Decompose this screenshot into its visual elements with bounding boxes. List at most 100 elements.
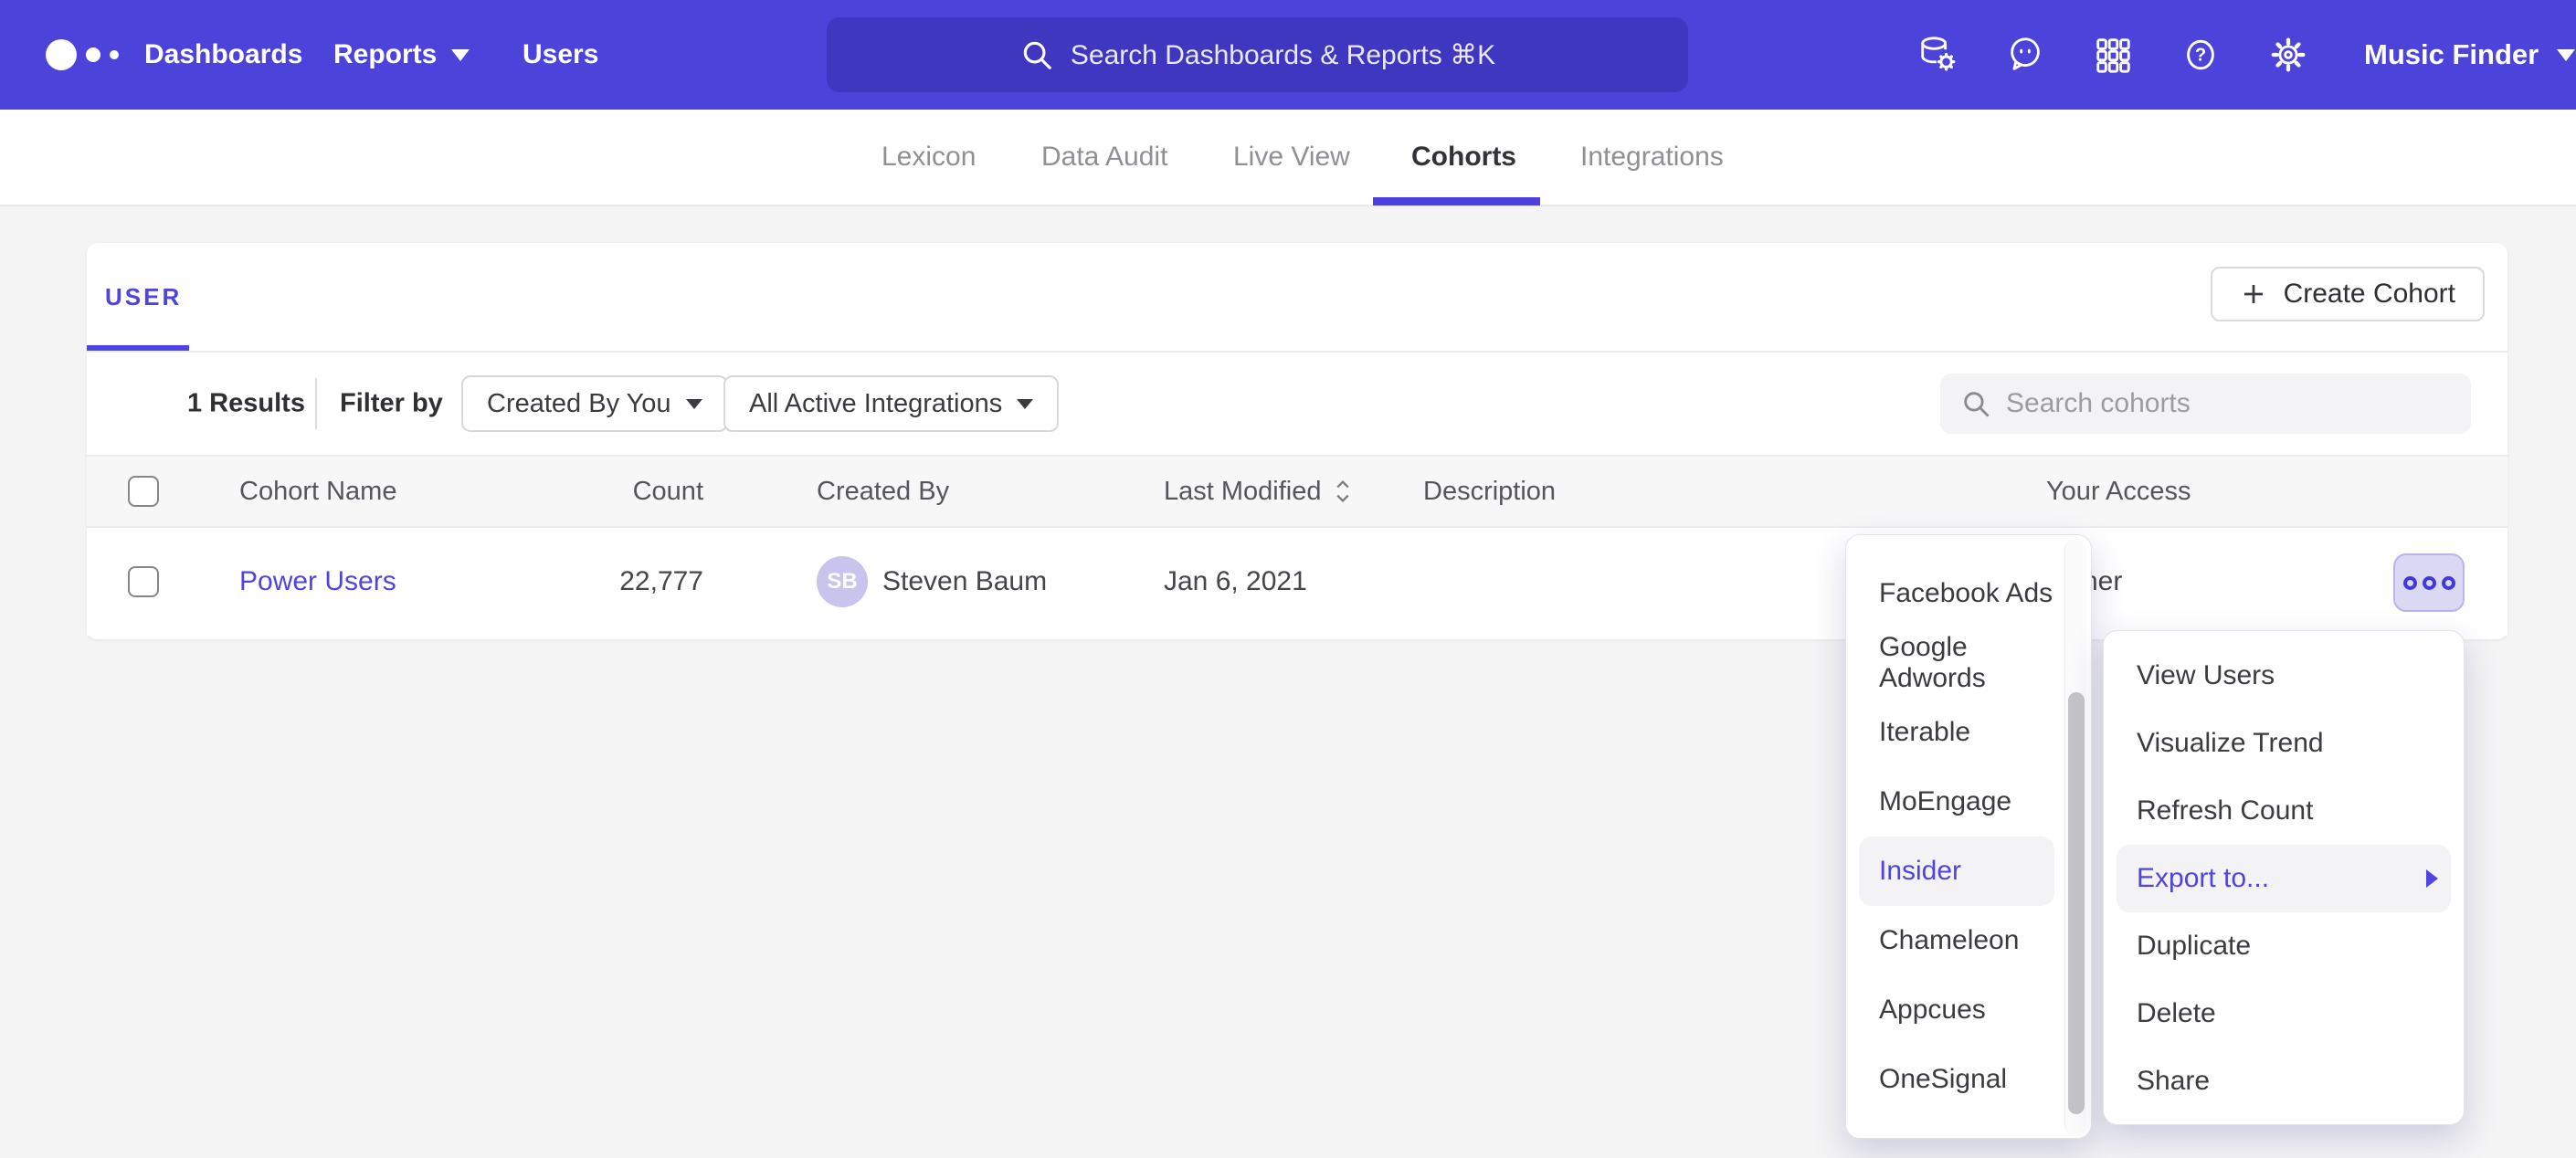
ellipsis-icon bbox=[2403, 576, 2417, 590]
column-header-created-by[interactable]: Created By bbox=[817, 457, 949, 526]
active-tab-underline bbox=[1373, 197, 1540, 205]
search-icon bbox=[1019, 37, 1054, 72]
menu-item-share[interactable]: Share bbox=[2117, 1047, 2451, 1115]
search-icon bbox=[1960, 388, 1991, 419]
menu-item-duplicate[interactable]: Duplicate bbox=[2117, 912, 2451, 980]
submenu-scrollbar-track[interactable] bbox=[2064, 539, 2086, 1136]
filter-label: Created By You bbox=[487, 389, 671, 419]
menu-item-visualize-trend[interactable]: Visualize Trend bbox=[2117, 710, 2451, 777]
table-header: Cohort Name Count Created By Last Modifi… bbox=[87, 455, 2507, 528]
tab-data-audit[interactable]: Data Audit bbox=[1041, 110, 1167, 205]
plus-icon bbox=[2240, 280, 2267, 308]
results-count: 1 Results bbox=[187, 389, 305, 419]
create-cohort-button[interactable]: Create Cohort bbox=[2211, 267, 2485, 321]
apps-grid-icon[interactable] bbox=[2092, 34, 2134, 76]
column-header-last-modified[interactable]: Last Modified bbox=[1164, 457, 1353, 526]
chevron-down-icon bbox=[1017, 399, 1033, 409]
tab-label: Cohorts bbox=[1411, 142, 1516, 173]
global-search-placeholder: Search Dashboards & Reports ⌘K bbox=[1071, 39, 1495, 71]
menu-item-delete[interactable]: Delete bbox=[2117, 980, 2451, 1047]
menu-item-label: Export to... bbox=[2137, 863, 2269, 894]
table-row: Power Users 22,777 SB Steven Baum Jan 6,… bbox=[87, 528, 2507, 636]
chevron-down-icon bbox=[2557, 49, 2575, 61]
row-checkbox[interactable] bbox=[128, 566, 159, 597]
submenu-item-onesignal[interactable]: OneSignal bbox=[1859, 1045, 2054, 1114]
nav-item-users[interactable]: Users bbox=[523, 0, 598, 110]
creator-name: Steven Baum bbox=[882, 566, 1047, 597]
tab-user-cohorts[interactable]: USER bbox=[105, 243, 182, 351]
column-header-description[interactable]: Description bbox=[1423, 457, 1556, 526]
sort-icon[interactable] bbox=[1333, 478, 1353, 505]
tab-label: Lexicon bbox=[882, 142, 976, 173]
nav-item-dashboards[interactable]: Dashboards bbox=[144, 0, 302, 110]
tab-label: Live View bbox=[1233, 142, 1350, 173]
submenu-item-facebook-ads[interactable]: Facebook Ads bbox=[1859, 559, 2054, 628]
app-screen: Dashboards Reports Users Search Dashboar… bbox=[0, 0, 2576, 1158]
menu-item-refresh-count[interactable]: Refresh Count bbox=[2117, 777, 2451, 845]
ellipsis-icon bbox=[2442, 576, 2455, 590]
cohort-search-field bbox=[1940, 374, 2471, 434]
row-context-menu: View Users Visualize Trend Refresh Count… bbox=[2103, 630, 2465, 1125]
submenu-item-appcues[interactable]: Appcues bbox=[1859, 975, 2054, 1045]
export-destinations-list: Braze Facebook Ads Google Adwords Iterab… bbox=[1859, 534, 2078, 1114]
cohort-type-tabs: USER Create Cohort bbox=[87, 243, 2507, 353]
submenu-item-google-adwords[interactable]: Google Adwords bbox=[1859, 628, 2054, 698]
cohort-search-input[interactable] bbox=[2006, 388, 2451, 419]
ellipsis-icon bbox=[2423, 576, 2436, 590]
help-icon[interactable]: ? bbox=[2180, 34, 2222, 76]
tab-label: Data Audit bbox=[1041, 142, 1167, 173]
select-all-checkbox[interactable] bbox=[128, 476, 159, 507]
submenu-scrollbar-thumb[interactable] bbox=[2068, 692, 2085, 1114]
created-by-cell: SB Steven Baum bbox=[817, 528, 1047, 636]
chevron-down-icon bbox=[686, 399, 702, 409]
filter-integrations-dropdown[interactable]: All Active Integrations bbox=[723, 375, 1059, 432]
cohort-name-link[interactable]: Power Users bbox=[239, 566, 396, 597]
tab-lexicon[interactable]: Lexicon bbox=[882, 110, 976, 205]
filter-by-label: Filter by bbox=[340, 389, 443, 419]
nav-item-label: Users bbox=[523, 39, 598, 70]
column-header-your-access[interactable]: Your Access bbox=[2046, 457, 2191, 526]
tab-integrations[interactable]: Integrations bbox=[1580, 110, 1724, 205]
nav-item-label: Reports bbox=[333, 39, 437, 70]
logo-dot-medium bbox=[86, 47, 100, 62]
submenu-arrow-icon bbox=[2426, 869, 2438, 888]
top-navbar: Dashboards Reports Users Search Dashboar… bbox=[0, 0, 2576, 110]
tab-live-view[interactable]: Live View bbox=[1233, 110, 1350, 205]
submenu-item-moengage[interactable]: MoEngage bbox=[1859, 767, 2054, 837]
tab-cohorts[interactable]: Cohorts bbox=[1411, 110, 1516, 205]
feedback-icon[interactable] bbox=[2004, 34, 2046, 76]
create-cohort-label: Create Cohort bbox=[2284, 279, 2455, 310]
settings-gear-icon[interactable] bbox=[2267, 34, 2309, 76]
submenu-item-braze[interactable]: Braze bbox=[1859, 534, 2054, 559]
filter-created-by-dropdown[interactable]: Created By You bbox=[461, 375, 728, 432]
cohort-count: 22,777 bbox=[544, 528, 703, 636]
submenu-item-insider[interactable]: Insider bbox=[1859, 837, 2054, 906]
data-settings-icon[interactable] bbox=[1916, 34, 1958, 76]
global-search-bar[interactable]: Search Dashboards & Reports ⌘K bbox=[827, 17, 1688, 92]
submenu-item-iterable[interactable]: Iterable bbox=[1859, 698, 2054, 767]
filter-label: All Active Integrations bbox=[749, 389, 1002, 419]
chevron-down-icon bbox=[451, 49, 470, 61]
last-modified-cell: Jan 6, 2021 bbox=[1164, 528, 1307, 636]
active-type-underline bbox=[87, 345, 189, 351]
tab-label: Integrations bbox=[1580, 142, 1724, 173]
export-destinations-submenu: Braze Facebook Ads Google Adwords Iterab… bbox=[1845, 534, 2092, 1139]
column-header-label: Last Modified bbox=[1164, 477, 1322, 507]
filter-toolbar: 1 Results Filter by Created By You All A… bbox=[87, 353, 2507, 455]
tab-label: USER bbox=[105, 283, 182, 311]
menu-item-view-users[interactable]: View Users bbox=[2117, 642, 2451, 710]
mixpanel-logo-icon[interactable] bbox=[46, 0, 119, 110]
nav-item-reports[interactable]: Reports bbox=[333, 0, 470, 110]
logo-dot-large bbox=[46, 39, 77, 70]
column-header-count[interactable]: Count bbox=[544, 457, 703, 526]
avatar: SB bbox=[817, 556, 868, 607]
divider bbox=[315, 378, 317, 429]
row-actions-button[interactable] bbox=[2393, 553, 2465, 612]
project-name: Music Finder bbox=[2364, 38, 2539, 71]
submenu-item-chameleon[interactable]: Chameleon bbox=[1859, 906, 2054, 975]
project-selector[interactable]: Music Finder bbox=[2364, 0, 2575, 110]
menu-item-export-to[interactable]: Export to... bbox=[2117, 845, 2451, 912]
column-header-cohort-name[interactable]: Cohort Name bbox=[239, 457, 396, 526]
section-tabbar: Lexicon Data Audit Live View Cohorts Int… bbox=[0, 110, 2576, 206]
logo-dot-small bbox=[110, 50, 119, 59]
